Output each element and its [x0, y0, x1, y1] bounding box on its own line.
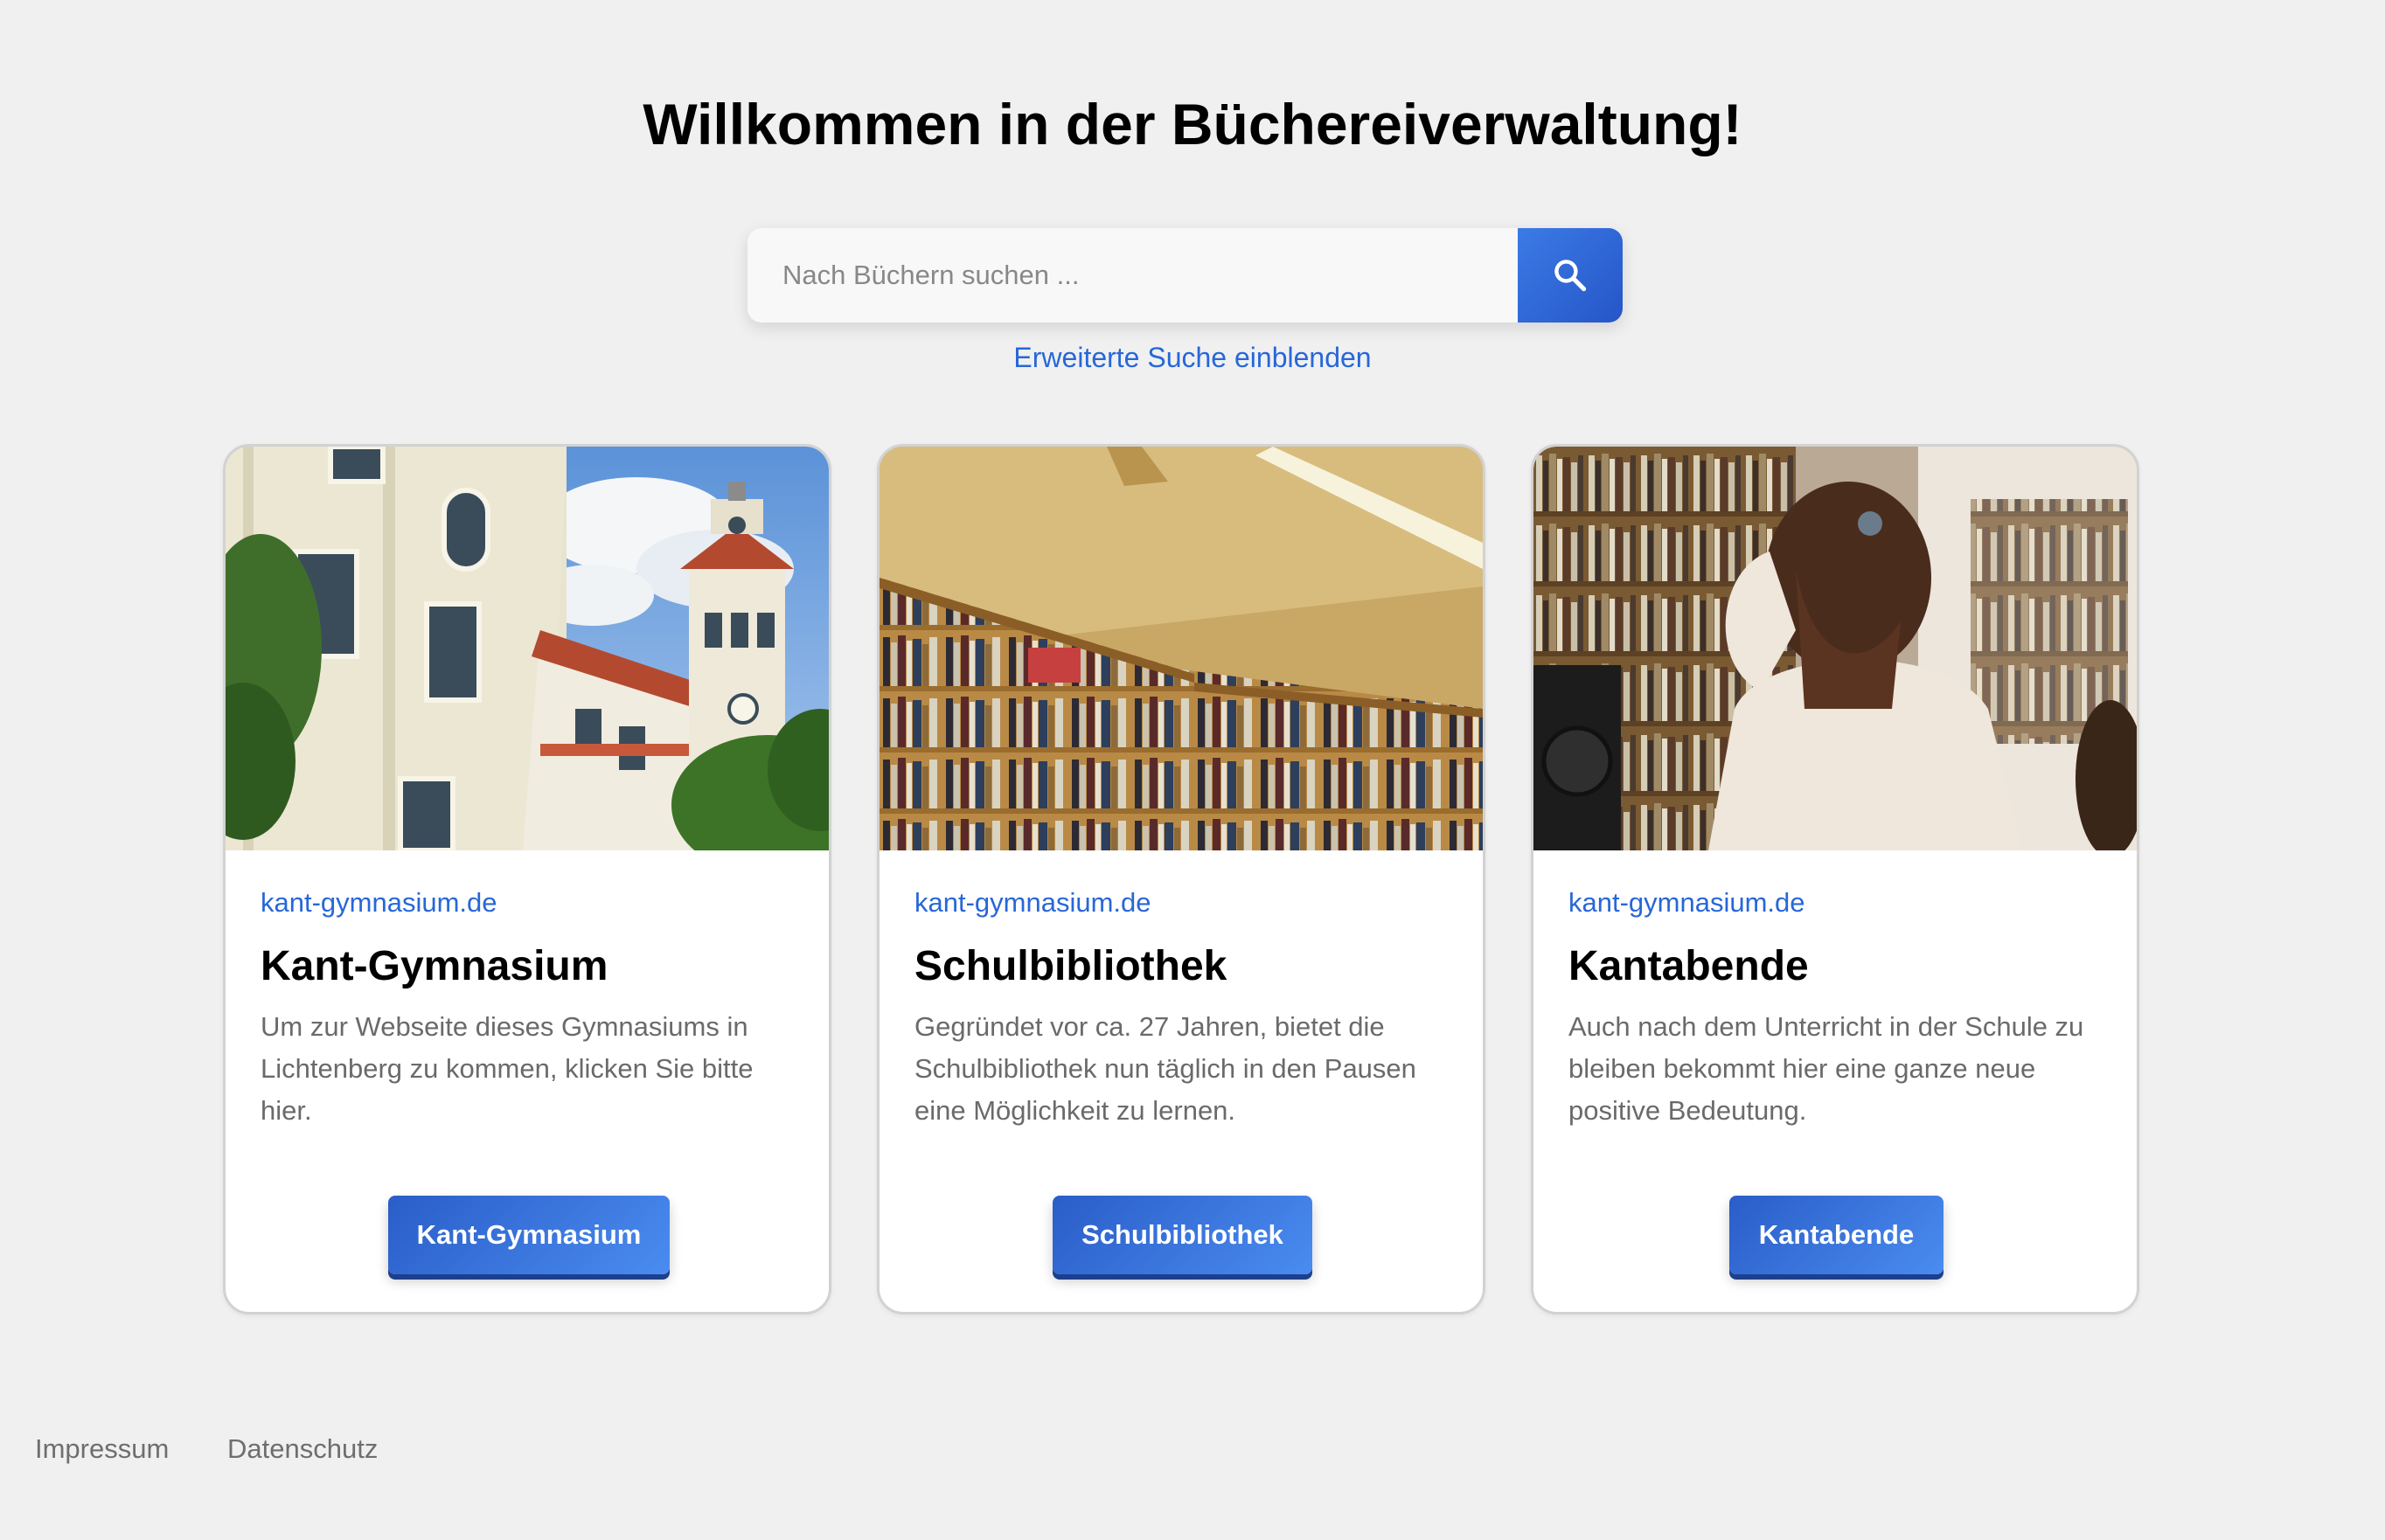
search-icon	[1554, 260, 1587, 292]
footer-link-datenschutz[interactable]: Datenschutz	[227, 1430, 378, 1468]
card-schulbibliothek: kant-gymnasium.de Schulbibliothek Gegrün…	[877, 444, 1485, 1315]
student-in-library-photo	[1533, 447, 2137, 850]
card-title: Schulbibliothek	[914, 943, 1227, 989]
card-kantabende: kant-gymnasium.de Kantabende Auch nach d…	[1531, 444, 2139, 1315]
card-description: Auch nach dem Unterricht in der Schule z…	[1568, 1011, 2084, 1126]
library-bookshelves-photo	[880, 447, 1483, 850]
kantabende-button[interactable]: Kantabende	[1729, 1196, 1943, 1274]
schulbibliothek-button[interactable]: Schulbibliothek	[1053, 1196, 1312, 1274]
search-button[interactable]	[1518, 228, 1623, 323]
card-description: Um zur Webseite dieses Gymnasiums in Lic…	[261, 1011, 754, 1126]
search-bar	[747, 228, 1623, 323]
kant-gymnasium-button[interactable]: Kant-Gymnasium	[388, 1196, 670, 1274]
card-kant-gymnasium: kant-gymnasium.de Kant-Gymnasium Um zur …	[223, 444, 831, 1315]
footer-link-impressum[interactable]: Impressum	[35, 1430, 169, 1468]
page-title: Willkommen in der Büchereiverwaltung!	[643, 92, 1742, 156]
card-title: Kantabende	[1568, 943, 1809, 989]
card-title: Kant-Gymnasium	[261, 943, 608, 989]
card-source-link[interactable]: kant-gymnasium.de	[914, 884, 1151, 922]
card-source-link[interactable]: kant-gymnasium.de	[261, 884, 497, 922]
school-building-photo	[226, 447, 829, 850]
card-source-link[interactable]: kant-gymnasium.de	[1568, 884, 1805, 922]
card-description: Gegründet vor ca. 27 Jahren, bietet die …	[914, 1011, 1416, 1126]
search-input[interactable]	[747, 228, 1518, 323]
advanced-search-link[interactable]: Erweiterte Suche einblenden	[0, 336, 2385, 379]
